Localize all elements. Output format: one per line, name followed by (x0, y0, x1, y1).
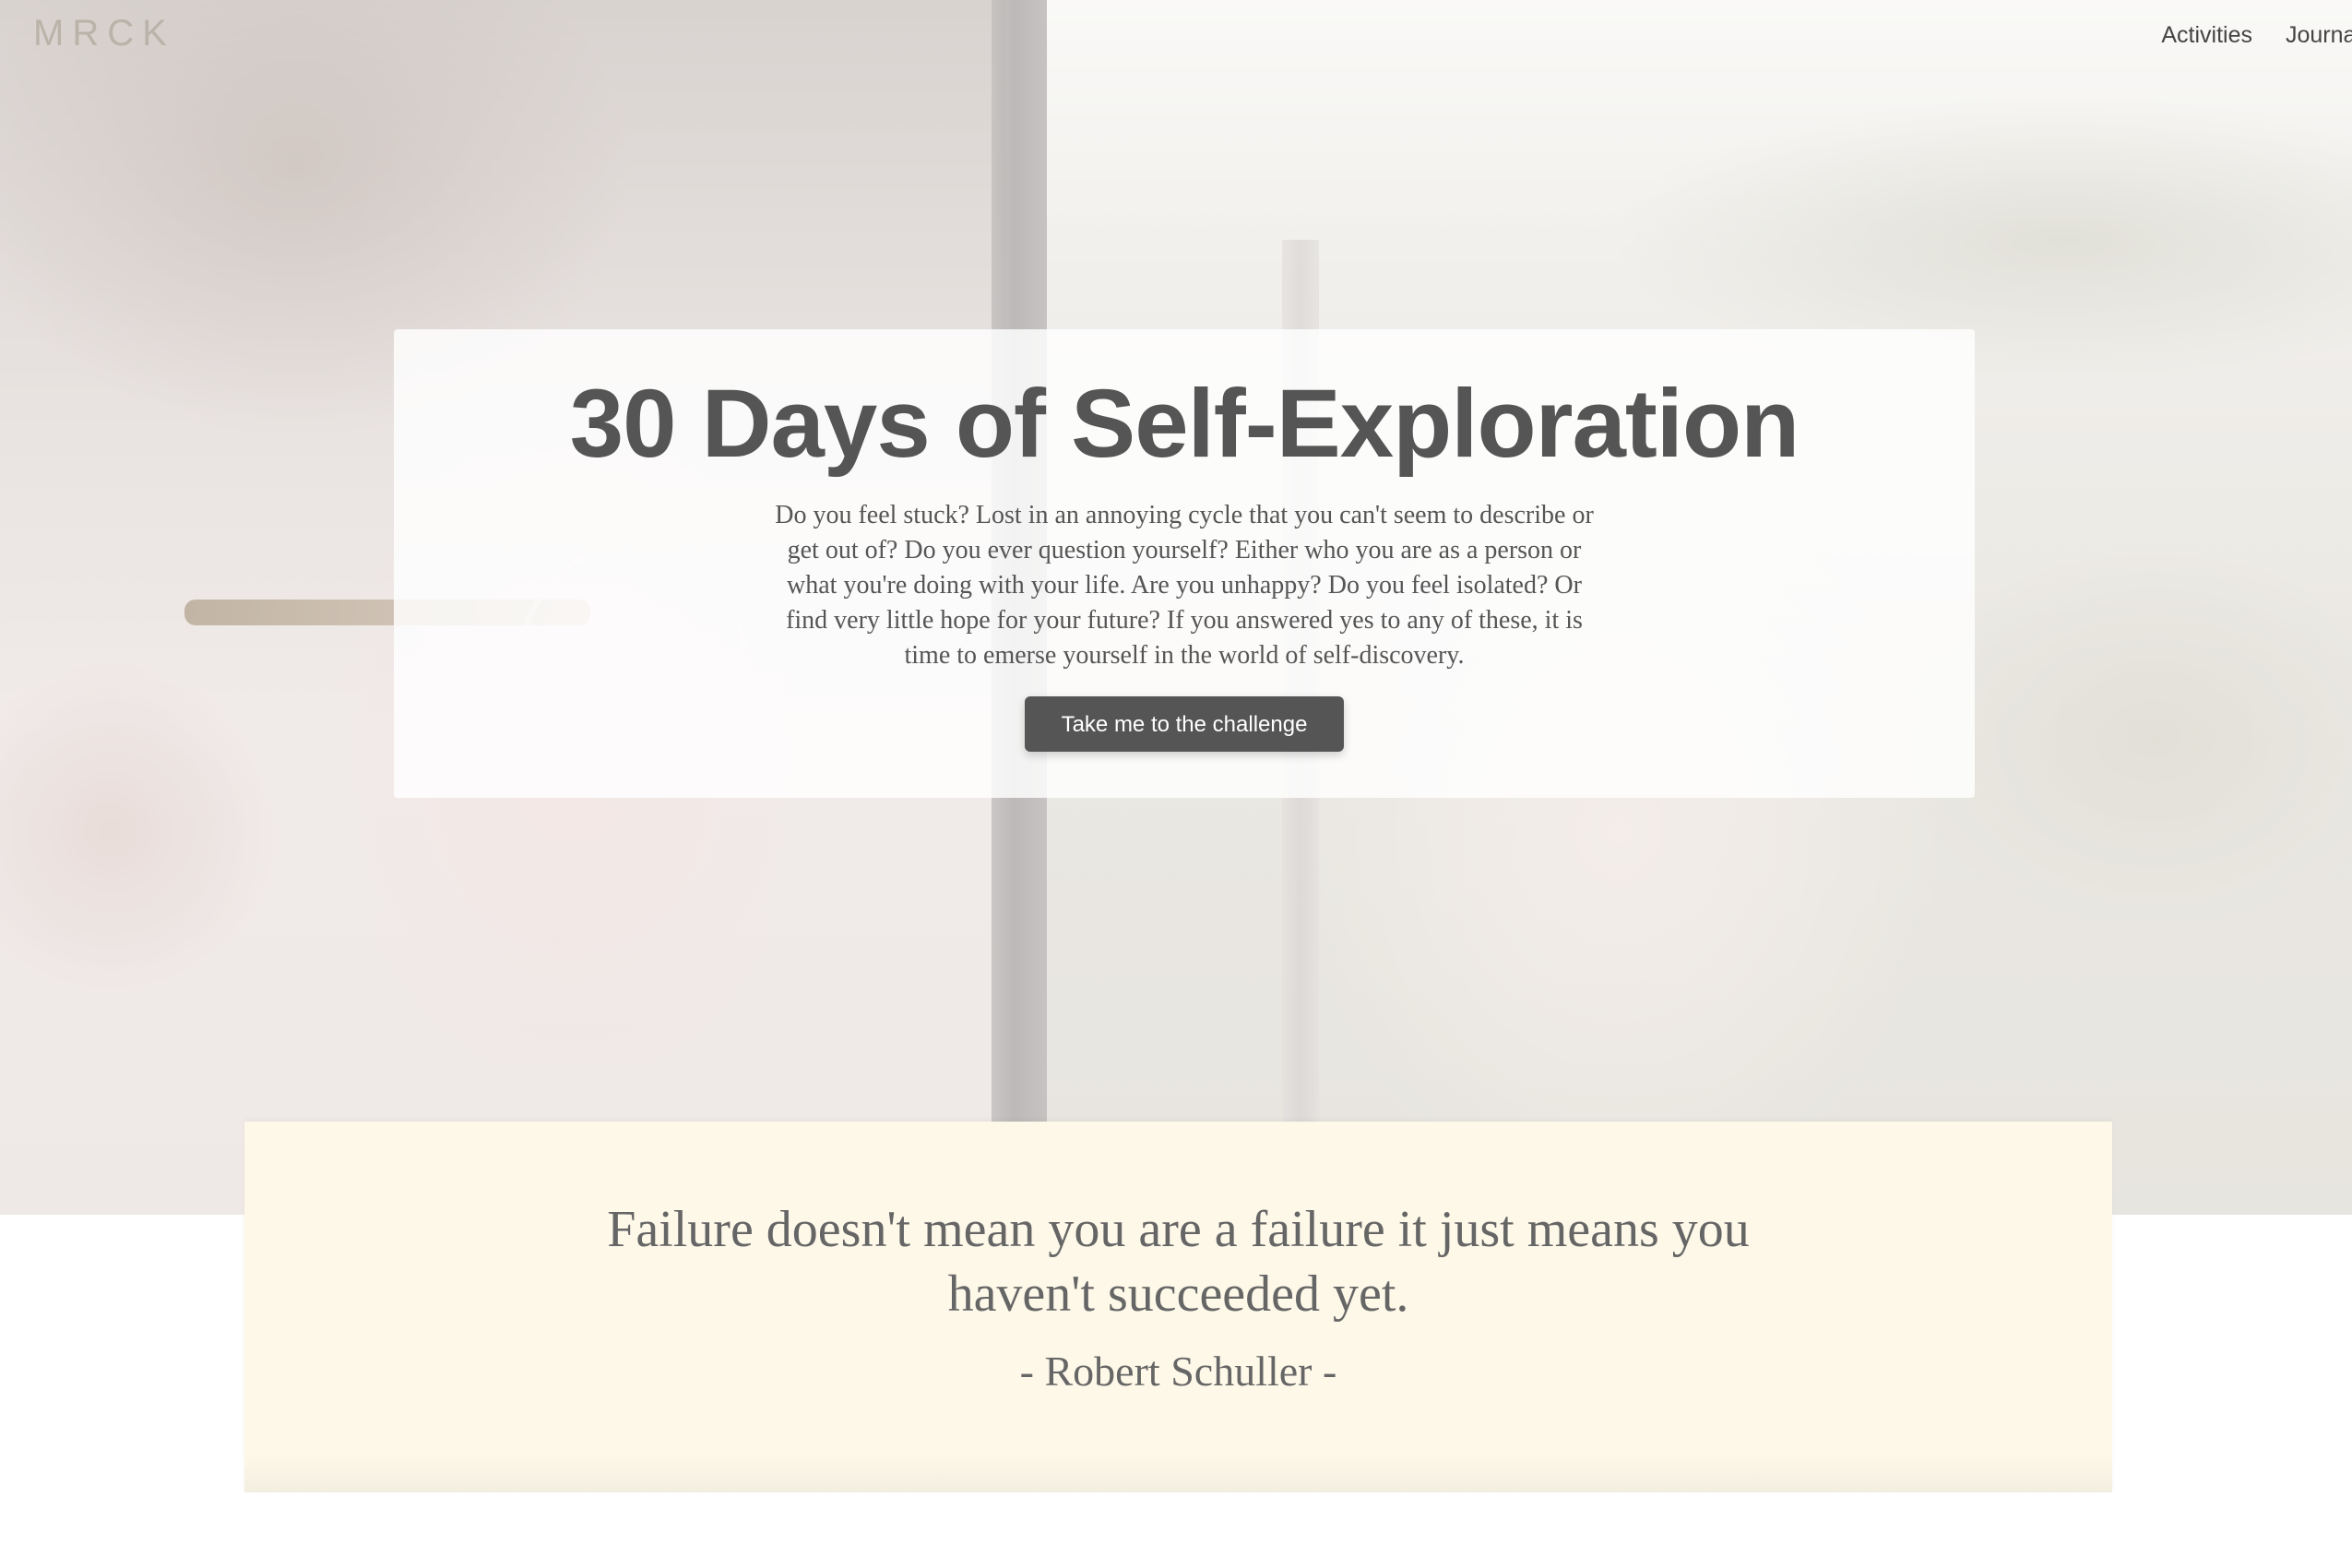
quote-author: - Robert Schuller - (1019, 1348, 1337, 1395)
nav-item-journal[interactable]: Journal (2286, 22, 2352, 49)
quote-section: Failure doesn't mean you are a failure i… (244, 1122, 2112, 1492)
top-nav: Activities Journal (2161, 22, 2352, 49)
brand-logo[interactable]: MRCK (33, 13, 175, 54)
hero-description: Do you feel stuck? Lost in an annoying c… (775, 501, 1594, 670)
page: MRCK Activities Journal 30 Days of Self-… (0, 0, 2352, 1568)
nav-item-activities[interactable]: Activities (2161, 22, 2252, 49)
quote-text: Failure doesn't mean you are a failure i… (607, 1201, 1750, 1323)
page-title: 30 Days of Self-Exploration (569, 370, 1800, 478)
hero-card: 30 Days of Self-Exploration Do you feel … (394, 329, 1975, 798)
take-challenge-button[interactable]: Take me to the challenge (1025, 696, 1344, 752)
